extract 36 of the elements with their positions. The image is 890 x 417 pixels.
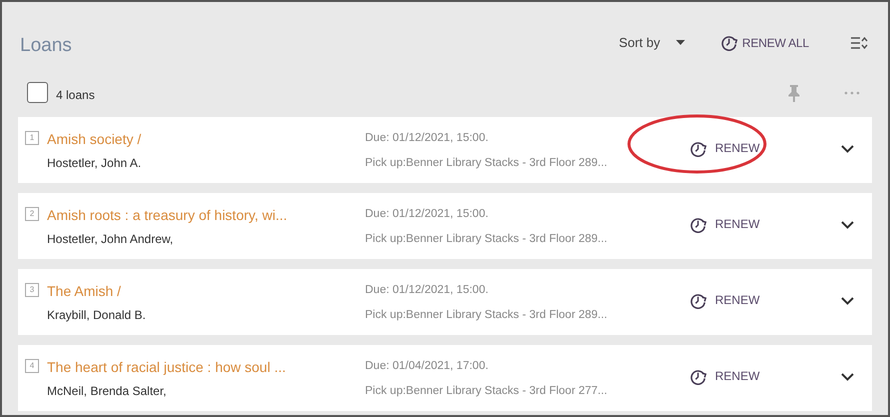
renew-icon (690, 140, 707, 156)
expand-chevron-icon[interactable] (841, 145, 854, 153)
renew-icon (690, 292, 707, 308)
due-date: Due: 01/04/2021, 17:00. (365, 359, 490, 374)
item-number: 1 (25, 131, 39, 145)
pickup-location: Pick up:Benner Library Stacks - 3rd Floor 289... (365, 232, 608, 248)
pickup-location: Pick up:Benner Library Stacks - 3rd Floor 277... (365, 384, 608, 400)
due-date: Due: 01/12/2021, 15:00. (365, 283, 490, 298)
renew-icon (690, 368, 707, 384)
pickup-location: Pick up:Benner Library Stacks - 3rd Floor 289... (365, 308, 608, 324)
loan-author: Kraybill, Donald B. (47, 307, 147, 324)
loan-author: Hostetler, John A. (47, 155, 142, 172)
renew-button[interactable]: RENEW (690, 139, 760, 157)
loan-author: McNeil, Brenda Salter, (47, 383, 168, 400)
pickup-location: Pick up:Benner Library Stacks - 3rd Floor 289... (365, 156, 608, 172)
select-all-checkbox[interactable] (27, 82, 48, 103)
expand-chevron-icon[interactable] (841, 221, 854, 229)
due-date: Due: 01/12/2021, 15:00. (365, 207, 490, 222)
renew-button[interactable]: RENEW (690, 215, 760, 233)
page-title: Loans (20, 34, 72, 58)
item-number: 2 (25, 207, 39, 221)
item-number: 3 (25, 283, 39, 297)
renew-icon (721, 34, 738, 52)
renew-button[interactable]: RENEW (690, 367, 760, 385)
renew-icon (690, 216, 707, 232)
sort-dropdown[interactable]: Sort by (618, 32, 686, 54)
item-number: 4 (25, 359, 39, 373)
due-date: Due: 01/12/2021, 15:00. (365, 131, 490, 146)
sort-order-icon[interactable] (850, 34, 868, 51)
caret-icon (676, 40, 686, 46)
loan-author: Hostetler, John Andrew, (47, 231, 174, 248)
expand-chevron-icon[interactable] (841, 297, 854, 305)
renew-button[interactable]: RENEW (690, 291, 760, 309)
renew-all-button[interactable]: RENEW ALL (720, 32, 810, 53)
expand-chevron-icon[interactable] (841, 373, 854, 381)
loan-count: 4 loans (56, 87, 95, 104)
